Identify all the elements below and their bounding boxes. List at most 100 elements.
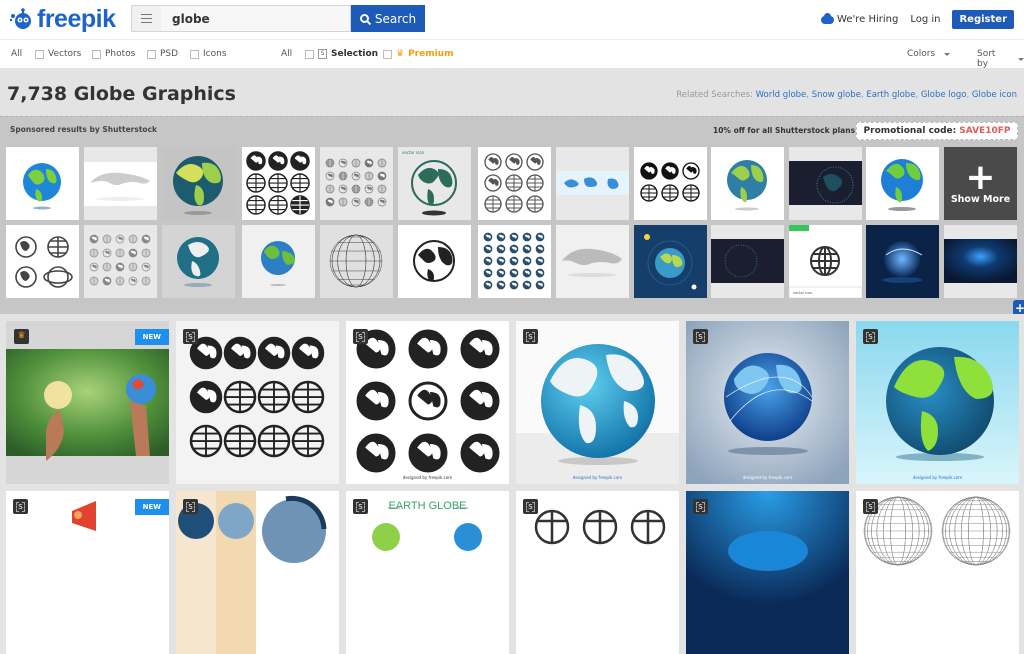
globe-glyph [522,256,532,266]
result-card[interactable]: S [686,491,849,654]
sponsored-thumb[interactable] [320,225,393,298]
search-bar: Search [131,5,425,32]
sponsored-thumb[interactable]: vector icon [398,147,471,220]
globe-glyph [325,184,335,194]
sponsored-thumb[interactable] [478,147,551,220]
sponsored-thumb[interactable] [556,225,629,298]
colors-label: Colors [907,49,936,59]
search-button[interactable]: Search [351,5,425,32]
globe-glyph [509,256,519,266]
filter-type-all-label: All [11,49,23,59]
related-link[interactable]: Globe logo [921,90,967,100]
show-more-label: Show More [950,194,1011,205]
checkbox[interactable] [190,49,199,59]
menu-button[interactable] [131,5,161,32]
colors-dropdown[interactable]: Colors [907,49,951,59]
globe-glyph [325,171,335,181]
sponsored-thumb[interactable] [944,225,1017,298]
cloud-upload-icon [821,12,835,24]
result-card[interactable]: S designed by freepik.com [686,321,849,484]
designed-by-label: designed by freepik.com [742,475,793,480]
sponsored-thumb[interactable] [6,225,79,298]
sponsored-thumb[interactable]: vector icon [789,225,862,298]
globe-glyph [661,184,679,202]
filter-type-all[interactable]: All [11,49,22,59]
result-card[interactable]: S designed by freepik.com [346,321,509,484]
result-card[interactable]: S NEW [6,491,169,654]
premium-crown-badge: ♛ [14,329,29,344]
sponsored-thumb[interactable] [711,225,784,298]
show-more-button[interactable]: + Show More [944,147,1017,220]
sponsored-thumb[interactable] [711,147,784,220]
sponsored-thumb[interactable] [634,225,707,298]
filter-icons[interactable]: Icons [190,49,227,59]
sponsored-thumb[interactable] [6,147,79,220]
globe-glyph [484,153,502,171]
globe-glyph [223,336,257,370]
filter-vectors[interactable]: Vectors [35,49,81,59]
sponsored-thumb[interactable] [866,225,939,298]
result-card[interactable]: S designed by freepik.com [856,321,1019,484]
vector-icon-label: vector icon [402,150,425,155]
promo-code-box[interactable]: Promotional code: SAVE10FP [856,122,1018,140]
login-link[interactable]: Log in [910,14,940,25]
result-card[interactable]: S [176,321,339,484]
checkbox[interactable] [147,49,156,59]
result-card[interactable]: S [856,491,1019,654]
sort-by-dropdown[interactable]: Sort by [977,49,1024,69]
filter-premium[interactable]: ♛ Premium [383,49,453,59]
sponsored-thumb[interactable] [162,225,235,298]
filter-photos[interactable]: Photos [92,49,135,59]
globe-glyph [128,234,138,244]
hiring-link[interactable]: We're Hiring [821,12,898,25]
register-button[interactable]: Register [952,10,1014,29]
globe-glyph [291,380,325,414]
sponsored-thumb[interactable] [866,147,939,220]
sponsored-thumb[interactable] [556,147,629,220]
globe-glyph [223,424,257,458]
filter-license-all[interactable]: All [281,49,292,59]
sponsored-thumb[interactable] [84,147,157,220]
filter-photos-label: Photos [105,49,136,59]
results-grid: ♛ NEW S S designed by freepik.com S desi… [0,314,1024,654]
sponsored-thumb[interactable] [162,147,235,220]
related-link[interactable]: Snow globe [812,90,861,100]
globe-glyph [89,248,99,258]
sponsored-thumb[interactable] [242,225,315,298]
page-title: 7,738 Globe Graphics [7,83,236,105]
globe-glyph [682,162,700,180]
result-card[interactable]: S EARTH GLOBE [346,491,509,654]
related-link[interactable]: World globe [756,90,807,100]
filter-psd[interactable]: PSD [147,49,178,59]
globe-glyph [141,276,151,286]
globe-glyph [115,262,125,272]
result-card[interactable]: S designed by freepik.com [516,321,679,484]
globe-glyph [351,171,361,181]
globe-glyph [496,256,506,266]
checkbox[interactable] [35,49,44,59]
sponsored-thumb[interactable] [84,225,157,298]
related-link[interactable]: Earth globe [866,90,915,100]
result-card[interactable]: S [516,491,679,654]
globe-glyph [377,197,387,207]
sponsored-thumb[interactable] [398,225,471,298]
filter-vectors-label: Vectors [48,49,82,59]
result-card[interactable]: S [176,491,339,654]
globe-glyph [535,232,545,242]
checkbox[interactable] [92,49,101,59]
sponsored-thumb[interactable] [478,225,551,298]
globe-glyph [505,195,523,213]
sponsored-thumb[interactable] [789,147,862,220]
sponsored-thumb[interactable] [242,147,315,220]
related-link[interactable]: Globe icon [972,90,1017,100]
globe-glyph [505,174,523,192]
sponsored-thumb[interactable] [634,147,707,220]
filter-selection[interactable]: S Selection [305,49,378,59]
sponsored-thumb[interactable] [320,147,393,220]
freepik-logo[interactable]: freepik [9,6,116,32]
checkbox[interactable] [383,49,392,59]
result-card[interactable]: ♛ NEW [6,321,169,484]
filter-icons-label: Icons [203,49,227,59]
checkbox[interactable] [305,49,314,59]
search-input[interactable] [161,5,351,32]
